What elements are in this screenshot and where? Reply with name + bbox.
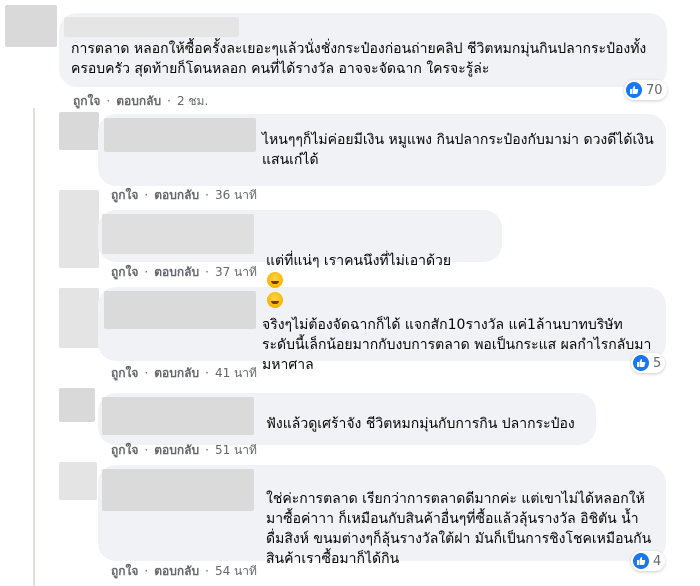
laughing-emoji-icon: [267, 272, 283, 288]
reaction-number: 70: [646, 82, 663, 98]
comment-bubble: การตลาด หลอกให้ซื้อครั้งละเยอะๆแล้วนั่งช…: [59, 13, 667, 87]
like-button[interactable]: ถูกใจ: [73, 93, 100, 109]
reaction-number: 4: [653, 553, 662, 569]
avatar[interactable]: [59, 388, 95, 422]
reply-button[interactable]: ตอบกลับ: [154, 442, 199, 458]
comment-text: จริงๆไม่ต้องจัดฉากก็ได้ แจกสัก10รางวัล แ…: [262, 317, 652, 373]
comment-text: ไหนๆๆก็ไม่ค่อยมีเงิน หมูแพง กินปลากระป๋อ…: [262, 132, 654, 168]
comment-actions: ถูกใจ · ตอบกลับ · 51 นาที: [111, 442, 257, 458]
comment-bubble: ไหนๆๆก็ไม่ค่อยมีเงิน หมูแพง กินปลากระป๋อ…: [98, 114, 666, 186]
comment-bubble: แต่ที่แน่ๆ เราคนนึงที่ไม่เอาด้วย: [98, 210, 502, 308]
reaction-count[interactable]: 70: [624, 80, 667, 100]
like-button[interactable]: ถูกใจ: [111, 442, 138, 458]
like-icon: [626, 82, 642, 98]
redacted-author-name: [64, 17, 239, 37]
comment-text: ฟังแล้วดูเศร้าจัง ชีวิตหมกมุ่นกับการกิน …: [266, 416, 575, 432]
reaction-number: 5: [653, 355, 662, 371]
comment-actions: ถูกใจ · ตอบกลับ · 2 ชม.: [73, 93, 209, 109]
comments-panel: การตลาด หลอกให้ซื้อครั้งละเยอะๆแล้วนั่งช…: [0, 0, 700, 586]
comment-text: ใช่ค่ะการตลาด เรียกว่าการตลาดดีมากค่ะ แต…: [266, 491, 652, 567]
reply-button[interactable]: ตอบกลับ: [154, 187, 199, 203]
comment-bubble: ฟังแล้วดูเศร้าจัง ชีวิตหมกมุ่นกับการกิน …: [98, 393, 596, 445]
reply-button[interactable]: ตอบกลับ: [116, 93, 161, 109]
comment-text: การตลาด หลอกให้ซื้อครั้งละเยอะๆแล้วนั่งช…: [71, 41, 647, 77]
comment-actions: ถูกใจ · ตอบกลับ · 36 นาที: [111, 187, 257, 203]
comment-time[interactable]: 2 ชม.: [177, 93, 208, 109]
avatar[interactable]: [59, 190, 99, 268]
comment-text: แต่ที่แน่ๆ เราคนนึงที่ไม่เอาด้วย: [110, 231, 490, 311]
comment-time[interactable]: 36 นาที: [215, 187, 257, 203]
laughing-emoji-icon: [267, 292, 283, 308]
comment-time[interactable]: 51 นาที: [215, 442, 257, 458]
like-button[interactable]: ถูกใจ: [111, 187, 138, 203]
avatar[interactable]: [59, 462, 97, 500]
comment-bubble: ใช่ค่ะการตลาด เรียกว่าการตลาดดีมากค่ะ แต…: [98, 465, 666, 567]
reply-thread-line: [33, 108, 35, 586]
avatar[interactable]: [59, 112, 99, 150]
avatar[interactable]: [5, 5, 57, 47]
avatar[interactable]: [59, 288, 99, 348]
